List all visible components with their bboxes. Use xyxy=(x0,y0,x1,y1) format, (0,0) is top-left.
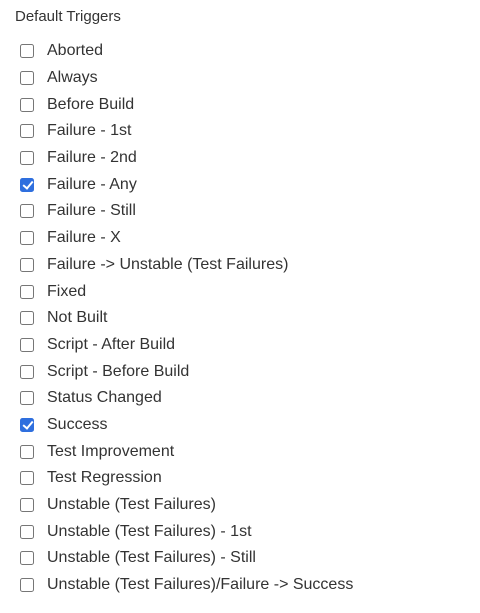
trigger-label: Before Build xyxy=(47,95,135,113)
trigger-label: Script - Before Build xyxy=(47,362,190,380)
trigger-option-fixed[interactable]: Fixed xyxy=(20,278,460,305)
trigger-label: Not Built xyxy=(47,309,108,327)
trigger-label: Failure - X xyxy=(47,229,121,247)
checkbox-success[interactable] xyxy=(20,417,34,432)
trigger-label: Failure - 1st xyxy=(47,122,132,140)
checkbox-unstable-test-failures-1st[interactable] xyxy=(20,524,34,539)
trigger-option-script-after-build[interactable]: Script - After Build xyxy=(20,332,460,359)
checkbox-fixed[interactable] xyxy=(20,284,34,299)
checkbox-unstable-test-failures-failure-success[interactable] xyxy=(20,578,34,593)
trigger-label: Test Regression xyxy=(47,469,162,487)
checkbox-before-build[interactable] xyxy=(20,97,34,112)
trigger-option-failure-2nd[interactable]: Failure - 2nd xyxy=(20,145,460,172)
checkbox-aborted[interactable] xyxy=(20,44,34,59)
trigger-label: Script - After Build xyxy=(47,335,176,353)
checkbox-failure-1st[interactable] xyxy=(20,124,34,139)
trigger-option-failure-x[interactable]: Failure - X xyxy=(20,225,460,252)
checkbox-failure-2nd[interactable] xyxy=(20,151,34,166)
default-triggers-panel: Default Triggers Aborted Always Before B… xyxy=(0,0,480,613)
trigger-label: Always xyxy=(47,69,98,87)
checkbox-script-after-build[interactable] xyxy=(20,337,34,352)
trigger-option-aborted[interactable]: Aborted xyxy=(20,38,460,65)
trigger-option-status-changed[interactable]: Status Changed xyxy=(20,385,460,412)
trigger-label: Success xyxy=(47,415,108,433)
trigger-label: Status Changed xyxy=(47,389,162,407)
trigger-option-success[interactable]: Success xyxy=(20,412,460,439)
trigger-option-unstable-test-failures[interactable]: Unstable (Test Failures) xyxy=(20,492,460,519)
checkbox-test-regression[interactable] xyxy=(20,471,34,486)
trigger-option-script-before-build[interactable]: Script - Before Build xyxy=(20,358,460,385)
trigger-option-not-built[interactable]: Not Built xyxy=(20,305,460,332)
trigger-label: Failure - Still xyxy=(47,202,136,220)
trigger-label: Unstable (Test Failures) xyxy=(47,496,216,514)
checkbox-failure-unstable-test-failures[interactable] xyxy=(20,257,34,272)
trigger-label: Unstable (Test Failures) - 1st xyxy=(47,522,252,540)
checkbox-test-improvement[interactable] xyxy=(20,444,34,459)
checkbox-unstable-test-failures-still[interactable] xyxy=(20,551,34,566)
trigger-option-failure-unstable-test-failures[interactable]: Failure -> Unstable (Test Failures) xyxy=(20,252,460,279)
trigger-label: Failure - 2nd xyxy=(47,149,137,167)
checkbox-failure-x[interactable] xyxy=(20,231,34,246)
checkbox-failure-still[interactable] xyxy=(20,204,34,219)
trigger-option-test-improvement[interactable]: Test Improvement xyxy=(20,438,460,465)
checkbox-always[interactable] xyxy=(20,71,34,86)
trigger-label: Test Improvement xyxy=(47,442,175,460)
trigger-label: Unstable (Test Failures) - Still xyxy=(47,549,256,567)
trigger-label: Aborted xyxy=(47,42,104,60)
checkbox-unstable-test-failures[interactable] xyxy=(20,498,34,513)
trigger-label: Fixed xyxy=(47,282,87,300)
trigger-option-unstable-test-failures-1st[interactable]: Unstable (Test Failures) - 1st xyxy=(20,518,460,545)
trigger-option-unstable-test-failures-still[interactable]: Unstable (Test Failures) - Still xyxy=(20,545,460,572)
trigger-option-unstable-test-failures-failure-success[interactable]: Unstable (Test Failures)/Failure -> Succ… xyxy=(20,572,460,599)
trigger-option-before-build[interactable]: Before Build xyxy=(20,91,460,118)
trigger-option-failure-1st[interactable]: Failure - 1st xyxy=(20,118,460,145)
trigger-checkbox-list: Aborted Always Before Build Failure - 1s… xyxy=(20,38,460,598)
trigger-option-test-regression[interactable]: Test Regression xyxy=(20,465,460,492)
trigger-label: Failure - Any xyxy=(47,175,137,193)
trigger-label: Unstable (Test Failures)/Failure -> Succ… xyxy=(47,576,354,594)
trigger-option-failure-still[interactable]: Failure - Still xyxy=(20,198,460,225)
checkbox-failure-any[interactable] xyxy=(20,177,34,192)
checkbox-status-changed[interactable] xyxy=(20,391,34,406)
trigger-label: Failure -> Unstable (Test Failures) xyxy=(47,255,289,273)
checkbox-script-before-build[interactable] xyxy=(20,364,34,379)
trigger-option-always[interactable]: Always xyxy=(20,65,460,92)
checkbox-not-built[interactable] xyxy=(20,311,34,326)
section-title: Default Triggers xyxy=(15,8,121,25)
trigger-option-failure-any[interactable]: Failure - Any xyxy=(20,171,460,198)
